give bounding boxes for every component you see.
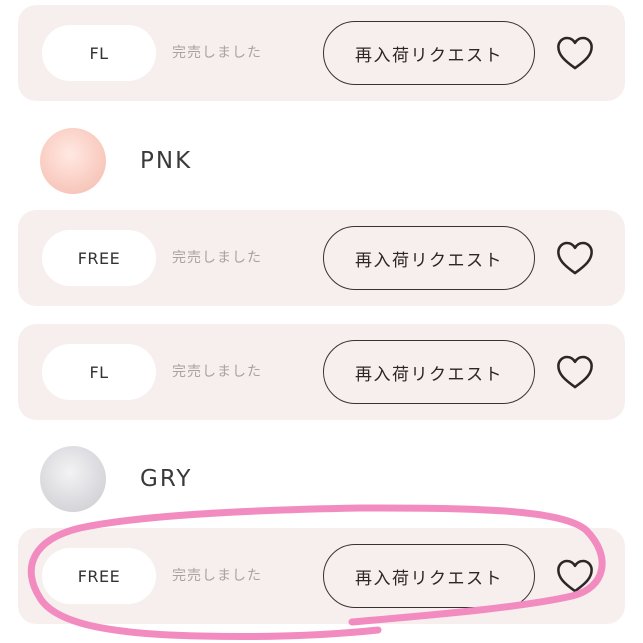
sold-out-status: 完売しました — [172, 364, 262, 380]
size-label: FREE — [42, 548, 156, 604]
size-label: FL — [42, 344, 156, 400]
size-row-fl: FL 完売しました 再入荷リクエスト — [18, 324, 625, 420]
color-name: PNK — [140, 148, 193, 174]
restock-request-button[interactable]: 再入荷リクエスト — [323, 21, 535, 85]
size-label: FREE — [42, 230, 156, 286]
sold-out-status: 完売しました — [172, 45, 262, 61]
size-row-free: FREE 完売しました 再入荷リクエスト — [18, 528, 625, 624]
color-name: GRY — [140, 466, 193, 492]
color-header-pnk: PNK — [40, 128, 340, 194]
restock-request-button[interactable]: 再入荷リクエスト — [323, 544, 535, 608]
heart-outline-icon[interactable] — [556, 354, 594, 390]
restock-size-list: FL 完売しました 再入荷リクエスト PNK FREE 完売しました 再入荷リク… — [0, 0, 643, 643]
restock-request-button[interactable]: 再入荷リクエスト — [323, 226, 535, 290]
sold-out-status: 完売しました — [172, 250, 262, 266]
color-header-gry: GRY — [40, 446, 340, 512]
restock-request-button[interactable]: 再入荷リクエスト — [323, 340, 535, 404]
heart-outline-icon[interactable] — [556, 558, 594, 594]
heart-outline-icon[interactable] — [556, 35, 594, 71]
color-swatch[interactable] — [40, 128, 106, 194]
color-swatch[interactable] — [40, 446, 106, 512]
size-row-free: FREE 完売しました 再入荷リクエスト — [18, 210, 625, 306]
heart-outline-icon[interactable] — [556, 240, 594, 276]
size-row-fl: FL 完売しました 再入荷リクエスト — [18, 5, 625, 101]
sold-out-status: 完売しました — [172, 568, 262, 584]
size-label: FL — [42, 25, 156, 81]
